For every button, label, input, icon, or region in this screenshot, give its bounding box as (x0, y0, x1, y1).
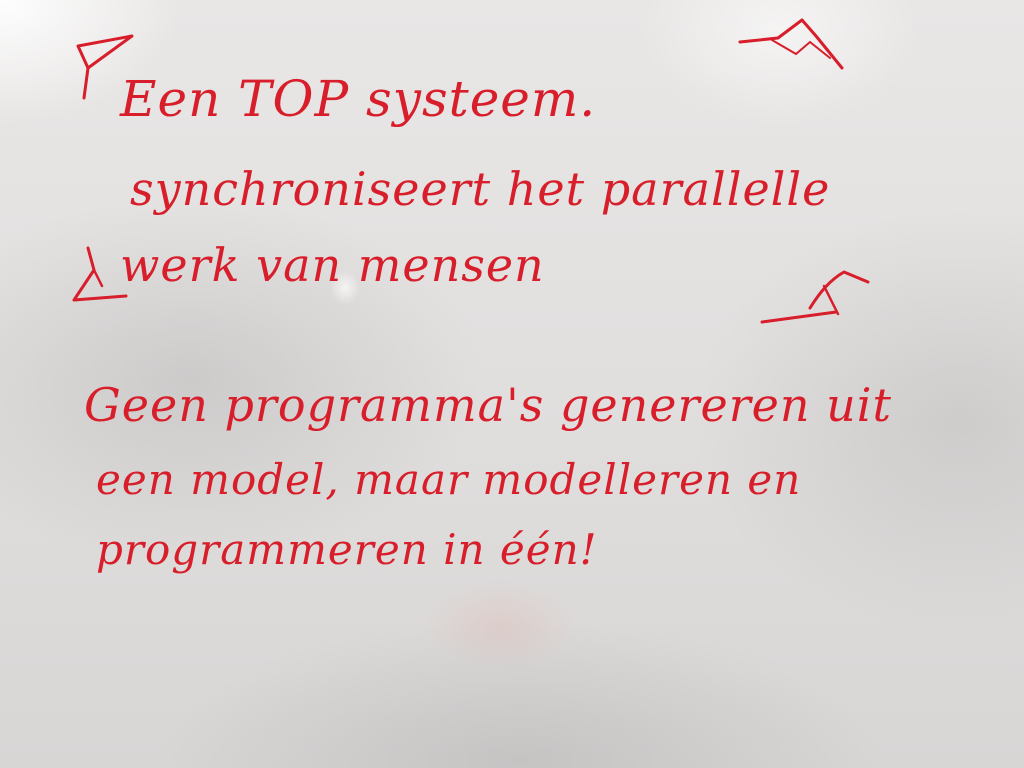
handwritten-line-4: Geen programma's genereren uit (84, 378, 892, 432)
mountain-sketch-small-icon (760, 270, 870, 324)
whiteboard: Een TOP systeem. synchroniseert het para… (0, 0, 1024, 768)
handwritten-line-2: synchroniseert het parallelle (130, 162, 831, 216)
ink-smudge (420, 580, 580, 670)
handwritten-line-6: programmeren in één! (96, 525, 598, 574)
handwritten-line-1: Een TOP systeem. (120, 70, 597, 128)
handwritten-line-3: werk van mensen (120, 238, 545, 292)
mountain-sketch-icon (738, 18, 844, 70)
handwritten-line-5: een model, maar modelleren en (96, 455, 802, 504)
